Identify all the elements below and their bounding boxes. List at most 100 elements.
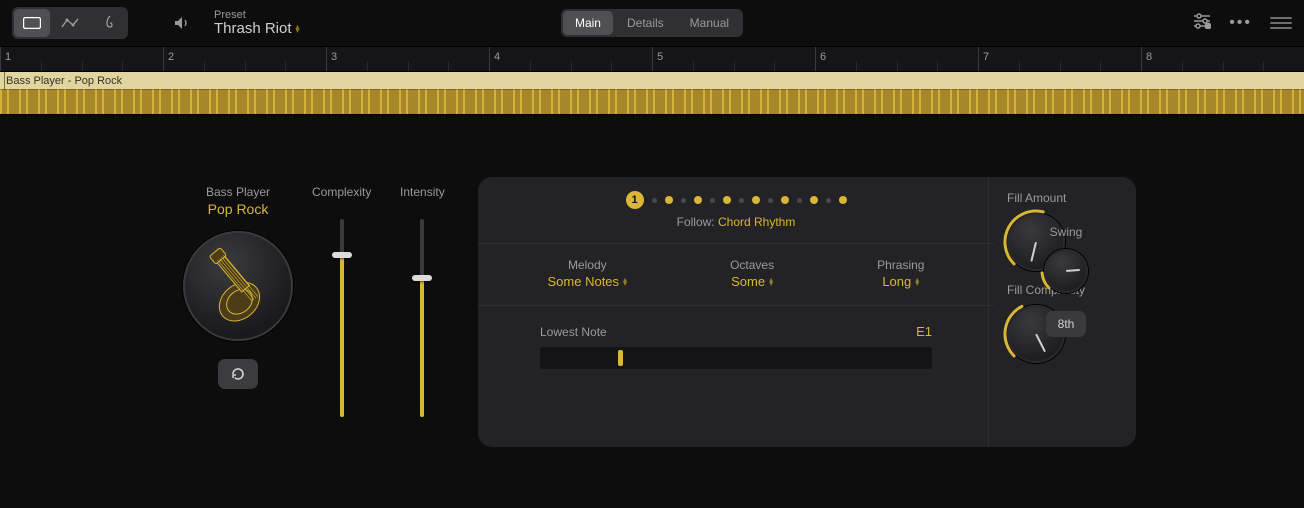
beat-tick bbox=[367, 61, 368, 71]
beat-tick bbox=[693, 61, 694, 71]
main-panel: 1 Follow: Chord Rhythm Melody Some Notes… bbox=[478, 177, 1136, 447]
bar-marker: 6 bbox=[815, 47, 816, 71]
step-1[interactable]: 1 bbox=[626, 191, 644, 209]
swing-resolution-chip[interactable]: 8th bbox=[1046, 311, 1087, 337]
more-icon[interactable]: ••• bbox=[1229, 14, 1252, 32]
swing-knob[interactable] bbox=[1044, 249, 1088, 293]
beat-tick bbox=[774, 61, 775, 71]
bar-marker: 5 bbox=[652, 47, 653, 71]
phrasing-value: Long bbox=[882, 274, 911, 289]
region-waveform bbox=[0, 89, 1304, 114]
volume-button[interactable] bbox=[164, 9, 200, 37]
region-view-button[interactable] bbox=[14, 9, 50, 37]
editor-mode-segmented: Main Details Manual bbox=[561, 9, 743, 37]
octaves-value: Some bbox=[731, 274, 765, 289]
param-phrasing[interactable]: Phrasing Long ▴▾ bbox=[877, 258, 924, 291]
preset-selector[interactable]: Preset Thrash Riot ▴▾ bbox=[214, 9, 300, 38]
step-separator bbox=[681, 198, 686, 203]
beat-tick bbox=[530, 61, 531, 71]
beat-tick bbox=[448, 61, 449, 71]
lowest-note-slider[interactable] bbox=[540, 347, 932, 369]
bar-number: 7 bbox=[983, 51, 989, 63]
preset-label: Preset bbox=[214, 9, 300, 21]
melody-value: Some Notes bbox=[548, 274, 620, 289]
bass-player-editor: Bass Player Pop Rock Complexity bbox=[0, 115, 1304, 505]
beat-tick bbox=[204, 61, 205, 71]
step-7[interactable] bbox=[810, 196, 818, 204]
bar-marker: 8 bbox=[1141, 47, 1142, 71]
follow-row: Follow: Chord Rhythm bbox=[496, 215, 976, 229]
step-separator bbox=[797, 198, 802, 203]
drag-handle-icon[interactable] bbox=[1270, 17, 1292, 29]
beat-tick bbox=[1060, 61, 1061, 71]
tab-details[interactable]: Details bbox=[615, 11, 676, 35]
beat-tick bbox=[122, 61, 123, 71]
score-view-button[interactable] bbox=[90, 9, 126, 37]
beat-tick bbox=[285, 61, 286, 71]
step-3[interactable] bbox=[694, 196, 702, 204]
swing-block: Swing 8th bbox=[1044, 225, 1088, 337]
bass-player-label: Bass Player bbox=[180, 185, 296, 199]
param-melody[interactable]: Melody Some Notes▴▾ bbox=[548, 258, 628, 291]
step-2[interactable] bbox=[665, 196, 673, 204]
lowest-note-row: Lowest Note E1 bbox=[540, 324, 932, 339]
toolbar-right-tools: ••• bbox=[1193, 13, 1292, 34]
bar-number: 6 bbox=[820, 51, 826, 63]
step-8[interactable] bbox=[839, 196, 847, 204]
beat-tick bbox=[1263, 61, 1264, 71]
intensity-label: Intensity bbox=[400, 185, 445, 199]
melody-label: Melody bbox=[548, 258, 628, 272]
region-name: Bass Player - Pop Rock bbox=[0, 72, 1304, 89]
panel-main-column: 1 Follow: Chord Rhythm Melody Some Notes… bbox=[496, 191, 976, 431]
settings-icon[interactable] bbox=[1193, 13, 1211, 34]
swing-label: Swing bbox=[1044, 225, 1088, 239]
regenerate-button[interactable] bbox=[218, 359, 258, 389]
beat-tick bbox=[897, 61, 898, 71]
bar-marker: 3 bbox=[326, 47, 327, 71]
tab-main[interactable]: Main bbox=[563, 11, 613, 35]
bar-marker: 2 bbox=[163, 47, 164, 71]
preset-name: Thrash Riot ▴▾ bbox=[214, 21, 300, 38]
beat-tick bbox=[1019, 61, 1020, 71]
follow-value[interactable]: Chord Rhythm bbox=[718, 215, 795, 229]
tab-manual[interactable]: Manual bbox=[678, 11, 741, 35]
fill-amount-label: Fill Amount bbox=[1007, 191, 1066, 205]
step-5[interactable] bbox=[752, 196, 760, 204]
bar-number: 8 bbox=[1146, 51, 1152, 63]
beat-tick bbox=[408, 61, 409, 71]
phrasing-label: Phrasing bbox=[877, 258, 924, 272]
chevron-updown-icon: ▴▾ bbox=[769, 278, 773, 285]
complexity-slider[interactable] bbox=[340, 219, 344, 417]
step-6[interactable] bbox=[781, 196, 789, 204]
beat-tick bbox=[245, 61, 246, 71]
beat-tick bbox=[937, 61, 938, 71]
lowest-note-value: E1 bbox=[916, 324, 932, 339]
bar-marker: 7 bbox=[978, 47, 979, 71]
params-row: Melody Some Notes▴▾ Octaves Some▴▾ Phras… bbox=[496, 258, 976, 291]
step-separator bbox=[710, 198, 715, 203]
editor-toolbar: Preset Thrash Riot ▴▾ Main Details Manua… bbox=[0, 0, 1304, 46]
lowest-note-label: Lowest Note bbox=[540, 325, 607, 339]
beat-tick bbox=[571, 61, 572, 71]
step-4[interactable] bbox=[723, 196, 731, 204]
step-separator bbox=[768, 198, 773, 203]
bass-player-style: Pop Rock bbox=[180, 201, 296, 217]
timeline-ruler[interactable]: 12345678 bbox=[0, 46, 1304, 72]
beat-tick bbox=[1223, 61, 1224, 71]
bar-number: 2 bbox=[168, 51, 174, 63]
bar-number: 1 bbox=[5, 51, 11, 63]
pattern-steps[interactable]: 1 bbox=[496, 191, 976, 209]
beat-tick bbox=[1182, 61, 1183, 71]
automation-view-button[interactable] bbox=[52, 9, 88, 37]
chevron-updown-icon: ▴▾ bbox=[915, 278, 919, 285]
step-separator bbox=[826, 198, 831, 203]
complexity-slider-col: Complexity bbox=[312, 185, 371, 417]
intensity-slider[interactable] bbox=[420, 219, 424, 417]
step-separator bbox=[739, 198, 744, 203]
track-region[interactable]: Bass Player - Pop Rock bbox=[0, 72, 1304, 114]
bass-player-avatar[interactable] bbox=[183, 231, 293, 341]
param-octaves[interactable]: Octaves Some ▴▾ bbox=[730, 258, 774, 291]
beat-tick bbox=[82, 61, 83, 71]
octaves-label: Octaves bbox=[730, 258, 774, 272]
beat-tick bbox=[734, 61, 735, 71]
